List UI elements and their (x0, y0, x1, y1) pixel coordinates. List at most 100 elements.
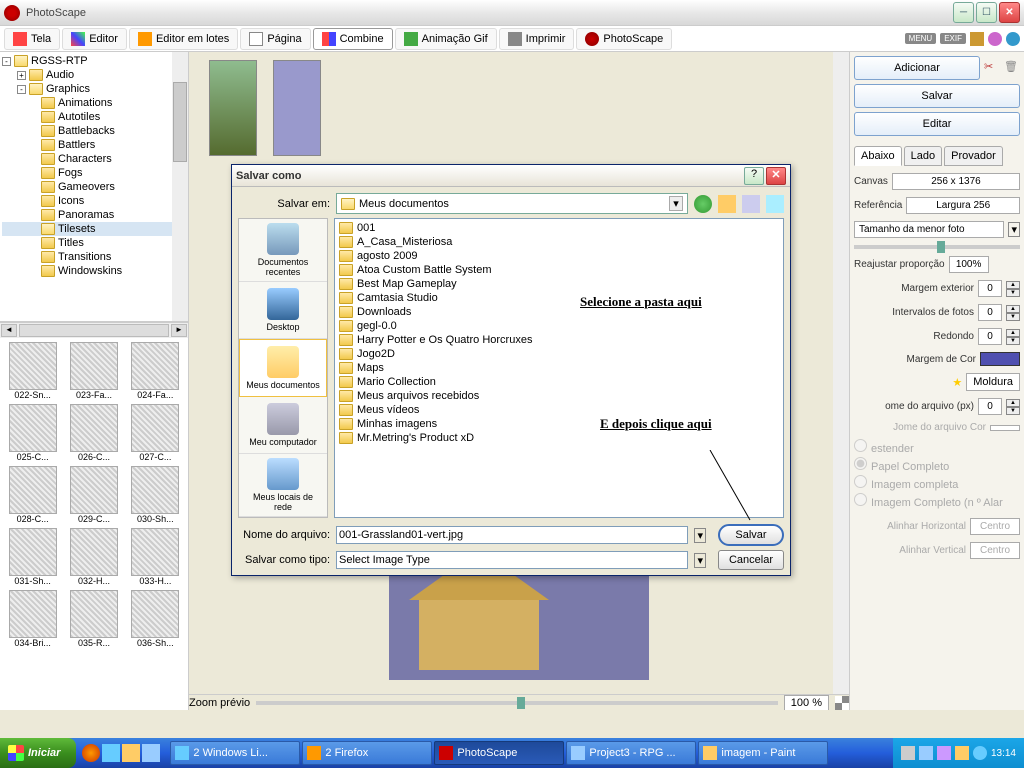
frame-button[interactable]: Moldura (966, 373, 1020, 391)
tree-item-battlers[interactable]: Battlers (2, 138, 186, 152)
thumbnail[interactable]: 028-C... (4, 466, 61, 524)
file-item[interactable]: Best Map Gameplay (337, 277, 781, 291)
taskbar-button[interactable]: imagem - Paint (698, 741, 828, 765)
filetype-combo[interactable]: Select Image Type (336, 551, 688, 569)
color-swatch[interactable] (980, 352, 1020, 366)
clock[interactable]: 13:14 (991, 748, 1016, 759)
file-item[interactable]: Downloads (337, 305, 781, 319)
file-item[interactable]: Maps (337, 361, 781, 375)
dialog-help-button[interactable]: ? (744, 167, 764, 185)
thumbnail[interactable]: 036-Sh... (127, 590, 184, 648)
firefox-icon[interactable] (82, 744, 100, 762)
camera-icon[interactable] (970, 32, 984, 46)
thumbnail[interactable]: 022-Sn... (4, 342, 61, 400)
file-item[interactable]: 001 (337, 221, 781, 235)
maximize-button[interactable]: ☐ (976, 2, 997, 23)
tree-item-tilesets[interactable]: Tilesets (2, 222, 186, 236)
round-value[interactable]: 0 (978, 328, 1002, 345)
tree-item-icons[interactable]: Icons (2, 194, 186, 208)
menu-badge[interactable]: MENU (905, 33, 937, 44)
back-icon[interactable] (694, 195, 712, 213)
tab-provador[interactable]: Provador (944, 146, 1003, 166)
dialog-titlebar[interactable]: Salvar como ? ✕ (232, 165, 790, 187)
spinner[interactable]: ▲▼ (1006, 281, 1020, 297)
filename-px-value[interactable]: 0 (978, 398, 1002, 415)
preview-tile[interactable] (273, 60, 321, 156)
tray-icon[interactable] (973, 746, 987, 760)
tab-photoscape[interactable]: PhotoScape (576, 28, 672, 50)
app-icon[interactable] (142, 744, 160, 762)
canvas-vscrollbar[interactable] (833, 52, 849, 694)
radio-imagem[interactable]: Imagem completa (854, 475, 1020, 491)
radio-papel[interactable]: Papel Completo (854, 457, 1020, 473)
taskbar-button[interactable]: PhotoScape (434, 741, 564, 765)
chevron-down-icon[interactable]: ▾ (669, 196, 683, 211)
chevron-down-icon[interactable]: ▾ (694, 553, 706, 568)
tab-combine[interactable]: Combine (313, 28, 393, 50)
minimize-button[interactable]: ─ (953, 2, 974, 23)
tab-pagina[interactable]: Página (240, 28, 310, 50)
thumbnail[interactable]: 035-R... (65, 590, 122, 648)
taskbar-button[interactable]: 2 Windows Li... (170, 741, 300, 765)
taskbar-button[interactable]: 2 Firefox (302, 741, 432, 765)
thumbnail[interactable]: 027-C... (127, 404, 184, 462)
intervals-value[interactable]: 0 (978, 304, 1002, 321)
tray-icon[interactable] (955, 746, 969, 760)
file-item[interactable]: Mario Collection (337, 375, 781, 389)
tree-vscrollbar[interactable] (172, 52, 188, 321)
tab-tela[interactable]: Tela (4, 28, 60, 50)
exif-badge[interactable]: EXIF (940, 33, 966, 44)
tree-item-autotiles[interactable]: Autotiles (2, 110, 186, 124)
taskbar-button[interactable]: Project3 - RPG ... (566, 741, 696, 765)
thumbnail[interactable]: 031-Sh... (4, 528, 61, 586)
save-in-combo[interactable]: Meus documentos ▾ (336, 193, 688, 214)
thumbnail[interactable]: 025-C... (4, 404, 61, 462)
place-desktop[interactable]: Desktop (239, 282, 327, 339)
tray-icon[interactable] (919, 746, 933, 760)
folder-tree[interactable]: -RGSS-RTP +Audio -Graphics AnimationsAut… (0, 52, 188, 322)
tree-item-windowskins[interactable]: Windowskins (2, 264, 186, 278)
tab-animacao[interactable]: Animação Gif (395, 28, 497, 50)
spinner[interactable]: ▲▼ (1006, 305, 1020, 321)
thumbnail[interactable]: 026-C... (65, 404, 122, 462)
new-folder-icon[interactable] (742, 195, 760, 213)
tab-abaixo[interactable]: Abaixo (854, 146, 902, 166)
thumbnail-panel[interactable]: 022-Sn...023-Fa...024-Fa...025-C...026-C… (0, 338, 188, 710)
tree-item-animations[interactable]: Animations (2, 96, 186, 110)
start-button[interactable]: Iniciar (0, 738, 76, 768)
scissors-icon[interactable]: ✂ (984, 60, 1000, 76)
tree-item-panoramas[interactable]: Panoramas (2, 208, 186, 222)
tree-item-characters[interactable]: Characters (2, 152, 186, 166)
tray-icon[interactable] (937, 746, 951, 760)
msn-icon[interactable] (102, 744, 120, 762)
preview-tile[interactable] (209, 60, 257, 156)
info-icon[interactable] (988, 32, 1002, 46)
dialog-close-button[interactable]: ✕ (766, 167, 786, 185)
file-item[interactable]: Harry Potter e Os Quatro Horcruxes (337, 333, 781, 347)
up-folder-icon[interactable] (718, 195, 736, 213)
spinner[interactable]: ▲▼ (1006, 329, 1020, 345)
tree-item-titles[interactable]: Titles (2, 236, 186, 250)
tab-editor-lotes[interactable]: Editor em lotes (129, 28, 238, 50)
file-item[interactable]: Meus vídeos (337, 403, 781, 417)
close-button[interactable]: ✕ (999, 2, 1020, 23)
file-item[interactable]: agosto 2009 (337, 249, 781, 263)
help-icon[interactable] (1006, 32, 1020, 46)
size-combo[interactable]: Tamanho da menor foto (854, 221, 1004, 238)
system-tray[interactable]: 13:14 (893, 738, 1024, 768)
thumbnail[interactable]: 029-C... (65, 466, 122, 524)
place-recent[interactable]: Documentos recentes (239, 219, 327, 282)
file-item[interactable]: Camtasia Studio (337, 291, 781, 305)
tree-item-gameovers[interactable]: Gameovers (2, 180, 186, 194)
edit-button[interactable]: Editar (854, 112, 1020, 136)
tray-icon[interactable] (901, 746, 915, 760)
file-item[interactable]: Mr.Metring's Product xD (337, 431, 781, 445)
checker-icon[interactable] (835, 696, 849, 710)
thumbnail[interactable]: 030-Sh... (127, 466, 184, 524)
size-slider[interactable] (854, 245, 1020, 249)
view-menu-icon[interactable] (766, 195, 784, 213)
spinner[interactable]: ▲▼ (1006, 399, 1020, 415)
tab-imprimir[interactable]: Imprimir (499, 28, 575, 50)
save-button[interactable]: Salvar (854, 84, 1020, 108)
place-network[interactable]: Meus locais de rede (239, 454, 327, 517)
